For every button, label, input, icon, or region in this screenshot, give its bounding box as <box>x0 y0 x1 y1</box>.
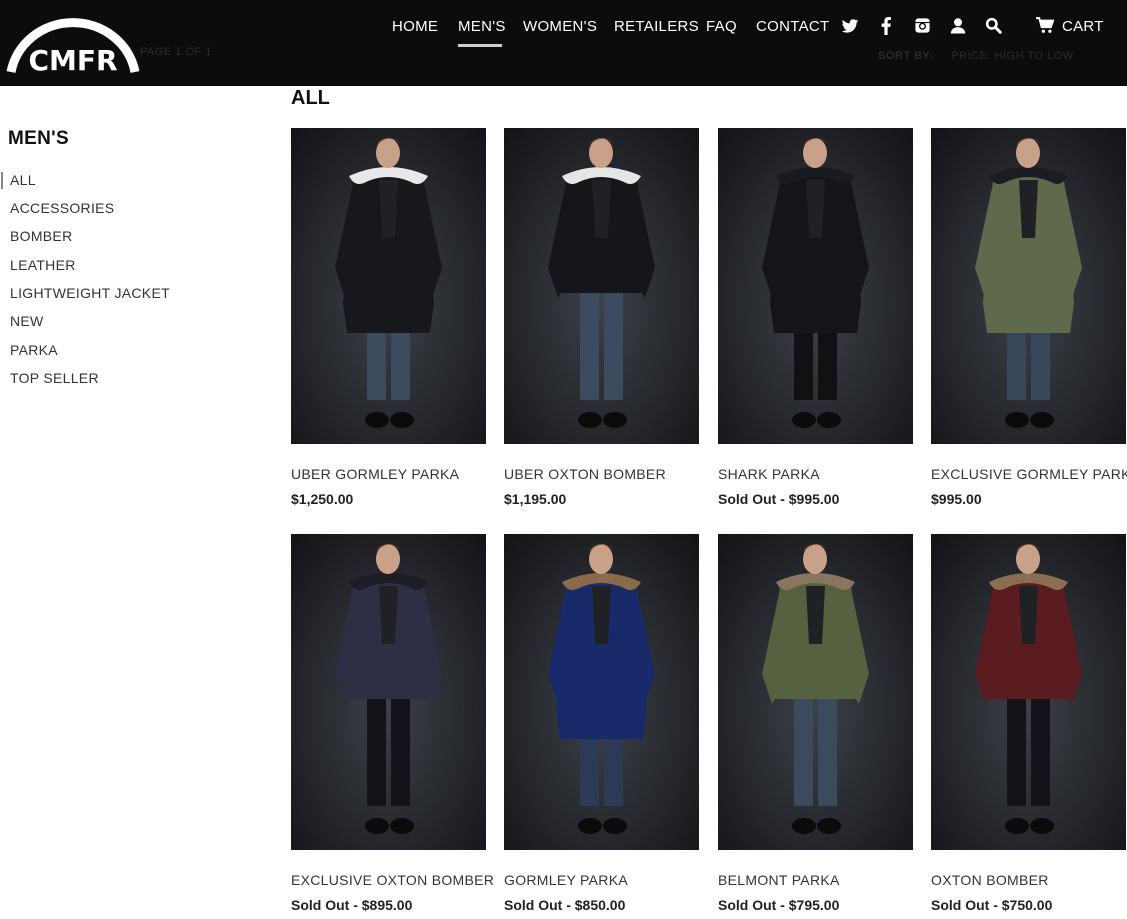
nav-faq[interactable]: FAQ <box>706 18 737 35</box>
nav-contact[interactable]: CONTACT <box>756 18 829 35</box>
nav-home[interactable]: HOME <box>392 18 438 35</box>
product-image[interactable] <box>931 534 1126 850</box>
brand-logo[interactable]: CMFR <box>6 4 140 77</box>
product-price: Sold Out - $895.00 <box>291 897 413 913</box>
product-name[interactable]: UBER OXTON BOMBER <box>504 466 666 482</box>
page-title: ALL <box>291 87 330 109</box>
product-name[interactable]: EXCLUSIVE OXTON BOMBER <box>291 872 494 888</box>
account-icon[interactable] <box>950 17 970 37</box>
product-name[interactable]: BELMONT PARKA <box>718 872 840 888</box>
product-image[interactable] <box>291 128 486 444</box>
product-image[interactable] <box>504 128 699 444</box>
product-price: Sold Out - $850.00 <box>504 897 626 913</box>
product-name[interactable]: GORMLEY PARKA <box>504 872 628 888</box>
product-price: Sold Out - $795.00 <box>718 897 840 913</box>
logo-text: CMFR <box>28 44 118 77</box>
product-name[interactable]: UBER GORMLEY PARKA <box>291 466 459 482</box>
product-image[interactable] <box>718 128 913 444</box>
product-image[interactable] <box>504 534 699 850</box>
cart-link[interactable]: CART <box>1062 18 1104 35</box>
nav-active-indicator <box>458 44 502 47</box>
sidebar-item-lightweight-jacket[interactable]: LIGHTWEIGHT JACKET <box>10 285 170 301</box>
sidebar-item-parka[interactable]: PARKA <box>10 342 58 358</box>
sidebar-item-accessories[interactable]: ACCESSORIES <box>10 200 114 216</box>
site-header: CMFR PAGE 1 OF 1 SORT BY: PRICE: HIGH TO… <box>0 0 1127 86</box>
product-name[interactable]: SHARK PARKA <box>718 466 820 482</box>
sidebar-item-new[interactable]: NEW <box>10 313 44 329</box>
page-info: PAGE 1 OF 1 <box>140 46 212 58</box>
sort-control[interactable]: SORT BY: PRICE: HIGH TO LOW <box>878 50 1074 62</box>
product-image[interactable] <box>291 534 486 850</box>
twitter-icon[interactable] <box>841 17 861 37</box>
product-price: $995.00 <box>931 491 982 507</box>
product-price: $1,195.00 <box>504 491 567 507</box>
nav-retailers[interactable]: RETAILERS <box>614 18 699 35</box>
sidebar-item-all[interactable]: ALL <box>10 172 36 188</box>
product-price: $1,250.00 <box>291 491 354 507</box>
sort-label: SORT BY: <box>878 50 934 62</box>
nav-mens[interactable]: MEN'S <box>458 18 506 35</box>
product-price: Sold Out - $995.00 <box>718 491 840 507</box>
instagram-icon[interactable] <box>914 17 934 37</box>
sidebar-item-leather[interactable]: LEATHER <box>10 257 76 273</box>
product-price: Sold Out - $750.00 <box>931 897 1053 913</box>
search-icon[interactable] <box>985 17 1005 37</box>
sidebar-item-bomber[interactable]: BOMBER <box>10 228 72 244</box>
sidebar-item-top-seller[interactable]: TOP SELLER <box>10 370 99 386</box>
category-title: MEN'S <box>8 128 69 149</box>
product-image[interactable] <box>718 534 913 850</box>
product-name[interactable]: OXTON BOMBER <box>931 872 1049 888</box>
nav-womens[interactable]: WOMEN'S <box>523 18 597 35</box>
product-name[interactable]: EXCLUSIVE GORMLEY PARKA <box>931 466 1127 482</box>
active-category-marker <box>1 172 3 189</box>
product-image[interactable] <box>931 128 1126 444</box>
facebook-icon[interactable] <box>880 17 900 37</box>
sort-value[interactable]: PRICE: HIGH TO LOW <box>951 50 1073 62</box>
cart-icon[interactable] <box>1036 17 1056 37</box>
